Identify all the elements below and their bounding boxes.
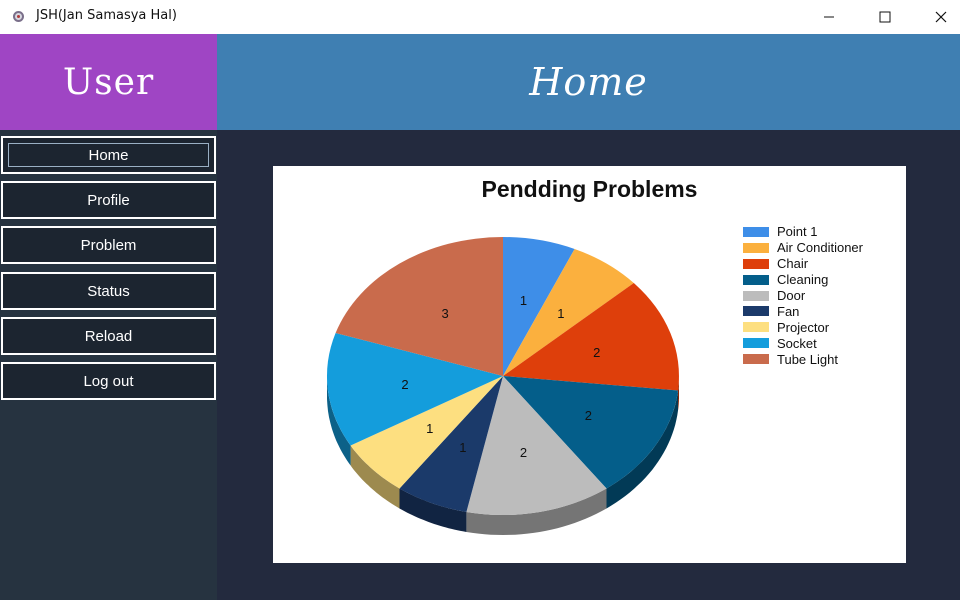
legend-item: Door [743,288,863,304]
nav-reload-button[interactable]: Reload [1,317,216,355]
legend-label: Tube Light [777,351,838,367]
legend-swatch [743,242,769,253]
legend-swatch [743,306,769,317]
pie-value-label: 1 [426,421,433,436]
legend-swatch [743,290,769,301]
window-title: JSH(Jan Samasya Hal) [36,8,177,23]
title-bar: JSH(Jan Samasya Hal) [0,0,960,34]
page-header: Home [217,34,960,130]
legend-item: Projector [743,319,863,335]
legend-swatch [743,226,769,237]
app-window: JSH(Jan Samasya Hal) User Home Home Prof… [0,0,960,600]
legend-item: Chair [743,256,863,272]
nav-problem-button[interactable]: Problem [1,226,216,264]
close-icon [935,11,947,23]
legend-item: Cleaning [743,272,863,288]
pie-value-label: 2 [520,445,527,460]
nav-status-button[interactable]: Status [1,272,216,310]
pie-chart-panel: 1 1 2 2 2 1 1 2 3 Pendding Problems Point 1 Air C… [273,166,906,563]
legend-label: Chair [777,256,809,272]
pie-value-label: 1 [459,440,466,455]
legend-swatch [743,338,769,349]
minimize-button[interactable] [806,0,852,34]
legend-label: Socket [777,335,817,351]
pie-value-label: 1 [520,293,527,308]
legend-swatch [743,354,769,365]
pie-value-label: 3 [441,306,448,321]
maximize-icon [879,11,891,23]
nav-logout-button[interactable]: Log out [1,362,216,400]
legend-label: Fan [777,303,800,319]
user-label: User [62,61,155,103]
nav-profile-button[interactable]: Profile [1,181,216,219]
pie-value-label: 2 [401,377,408,392]
main-content: 1 1 2 2 2 1 1 2 3 Pendding Problems Point 1 Air C… [217,130,960,600]
legend-label: Door [777,288,806,303]
minimize-icon [824,16,834,18]
pie-value-label: 2 [585,408,592,423]
legend-item: Air Conditioner [743,240,863,256]
legend-swatch [743,258,769,269]
close-button[interactable] [918,0,960,34]
chart-legend: Point 1 Air Conditioner Chair Cleaning Door F… [743,224,863,367]
legend-label: Point 1 [777,224,818,240]
pie-value-label: 1 [557,306,564,321]
legend-swatch [743,274,769,285]
legend-item: Fan [743,303,863,319]
chart-title: Pendding Problems [481,176,698,202]
nav-home-button[interactable]: Home [1,136,216,174]
legend-label: Air Conditioner [777,240,863,256]
legend-item: Point 1 [743,224,863,240]
maximize-button[interactable] [862,0,908,34]
legend-label: Projector [777,319,830,335]
legend-label: Cleaning [777,272,829,288]
user-header: User [0,34,217,130]
legend-swatch [743,322,769,333]
app-icon [13,11,24,22]
pie-value-label: 2 [593,345,600,360]
page-title: Home [529,60,648,104]
legend-item: Socket [743,335,863,351]
sidebar: Home Profile Problem Status Reload Log o… [0,130,217,600]
legend-item: Tube Light [743,351,863,367]
